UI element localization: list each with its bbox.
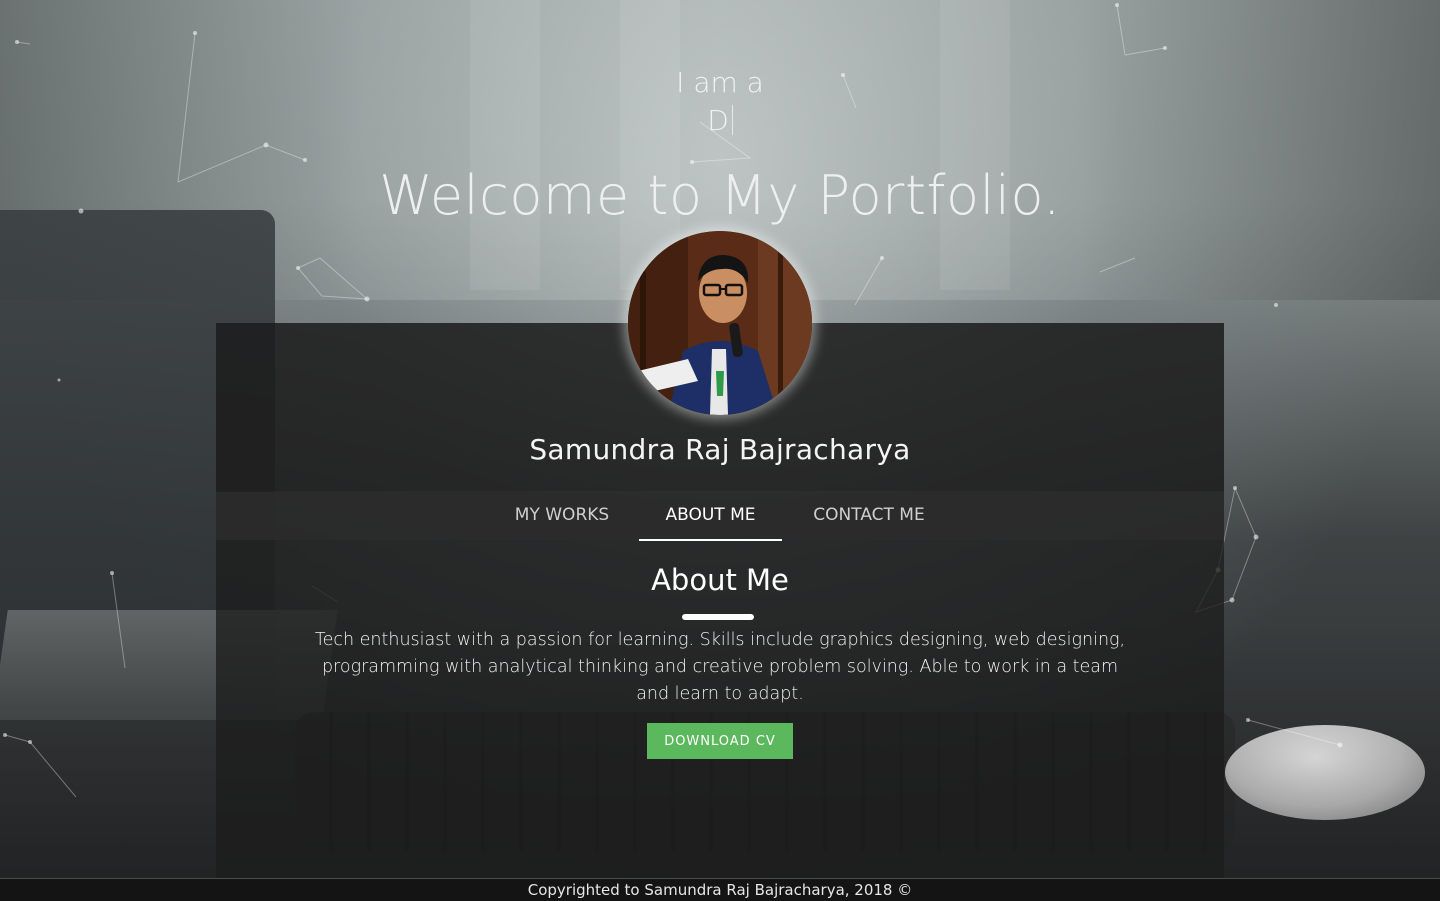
avatar	[628, 231, 812, 415]
welcome-heading: Welcome to My Portfolio.	[379, 164, 1061, 227]
download-cv-button[interactable]: DOWNLOAD CV	[647, 723, 793, 759]
tab-my-works[interactable]: MY WORKS	[499, 492, 625, 539]
profile-name: Samundra Raj Bajracharya	[529, 433, 911, 466]
typing-cursor	[731, 105, 733, 135]
title-underline	[682, 614, 754, 620]
tab-bar: MY WORKS ABOUT ME CONTACT ME	[216, 492, 1224, 541]
typed-role: D	[0, 104, 1440, 137]
typed-role-text: D	[707, 104, 729, 137]
tab-about-me[interactable]: ABOUT ME	[639, 492, 782, 541]
tab-contact-me[interactable]: CONTACT ME	[796, 492, 942, 539]
hero-intro: I am a	[676, 66, 764, 99]
about-description: Tech enthusiast with a passion for learn…	[314, 630, 1126, 704]
about-title: About Me	[651, 563, 789, 597]
profile-card: Samundra Raj Bajracharya MY WORKS ABOUT …	[216, 231, 1224, 878]
footer-copyright: Copyrighted to Samundra Raj Bajracharya,…	[0, 878, 1440, 901]
